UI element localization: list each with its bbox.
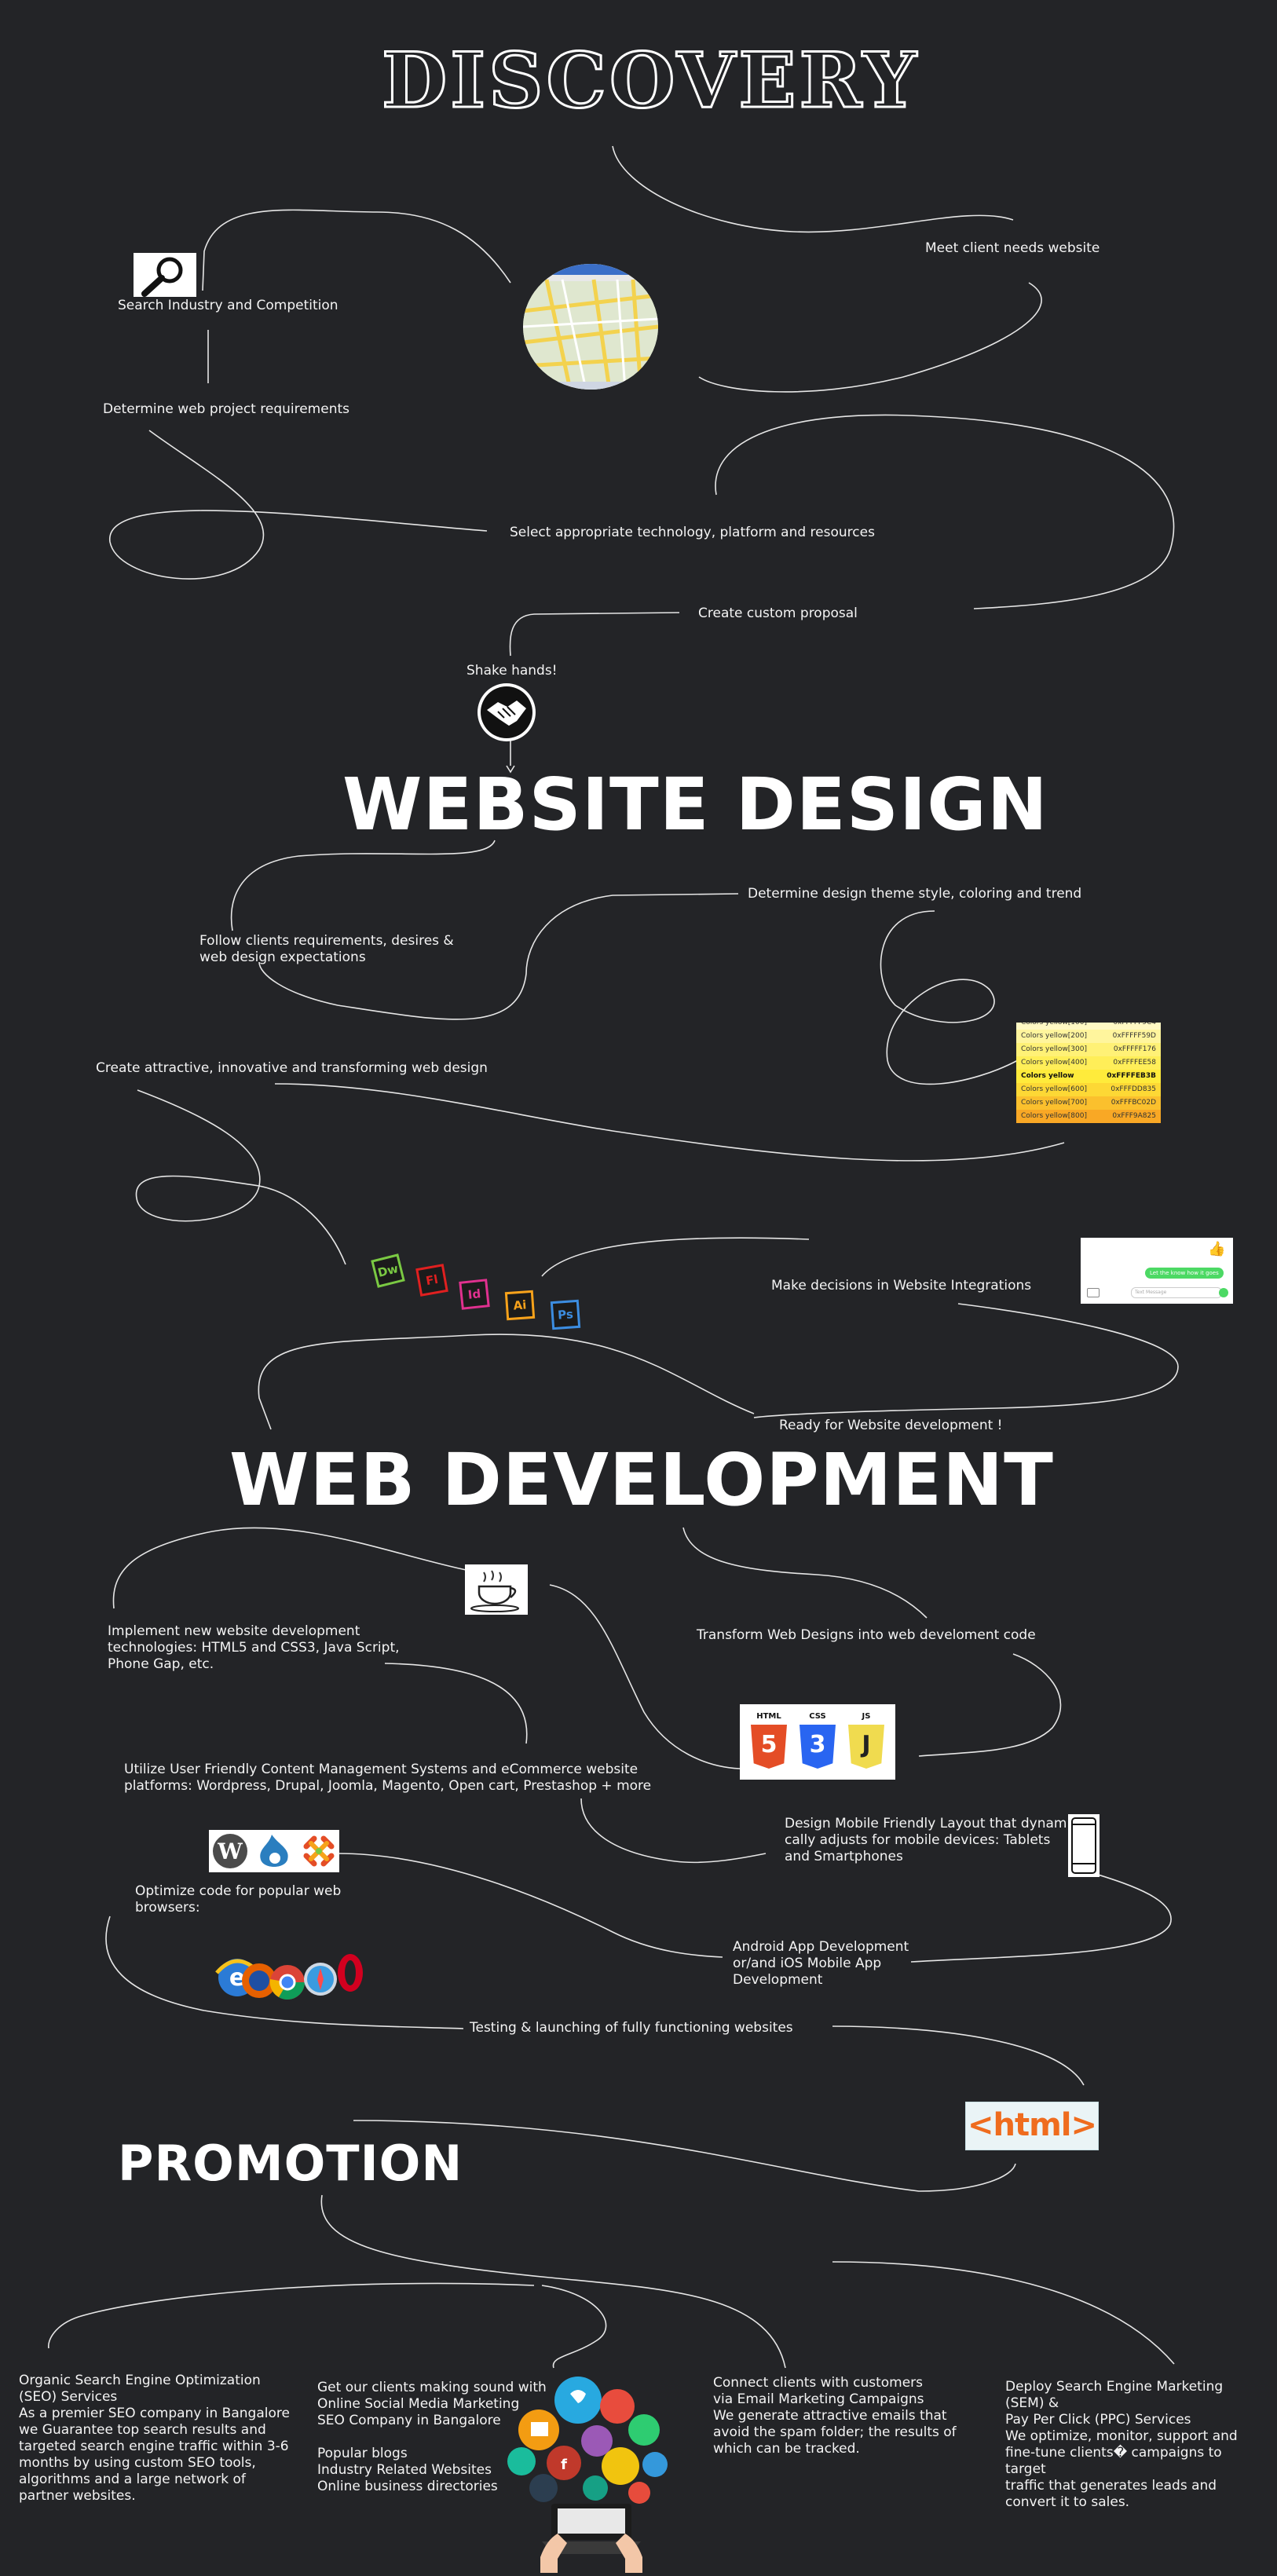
color-hex: 0xFFFFF9C4: [1113, 1023, 1156, 1026]
chat-screenshot: 👍 Let the know how it goes Text Message: [1081, 1238, 1233, 1304]
determine-requirements-label: Determine web project requirements: [103, 401, 350, 417]
color-row: Colors yellow[200] 0xFFFFF59D: [1016, 1030, 1161, 1043]
search-industry-label: Search Industry and Competition: [118, 298, 338, 313]
custom-proposal-label: Create custom proposal: [698, 606, 858, 621]
transform-designs-label: Transform Web Designs into web develomen…: [697, 1627, 1036, 1643]
color-row: Colors yellow[800] 0xFFF9A825: [1016, 1110, 1161, 1123]
send-icon: [1219, 1288, 1228, 1297]
section-title-web-development: WEB DEVELOPMENT: [229, 1438, 1054, 1522]
attractive-design-label: Create attractive, innovative and transf…: [96, 1060, 488, 1076]
color-hex: 0xFFFFF176: [1113, 1045, 1156, 1053]
testing-launching-label: Testing & launching of fully functioning…: [470, 2020, 793, 2036]
map-thumbnail: [523, 264, 658, 390]
color-hex: 0xFFFFEE58: [1113, 1059, 1156, 1067]
color-row: Colors yellow[700] 0xFFFBC02D: [1016, 1096, 1161, 1110]
adobe-ai-icon: Ai: [504, 1290, 536, 1321]
coffee-cup-icon: [465, 1564, 528, 1615]
color-hex: 0xFFFDD835: [1111, 1085, 1156, 1093]
camera-icon: [1087, 1288, 1100, 1297]
browser-logos: e: [210, 1949, 368, 2004]
badge-label: HTML: [756, 1712, 781, 1721]
mobile-layout-label: Design Mobile Friendly Layout that dynam…: [785, 1816, 1076, 1864]
optimize-browsers-label: Optimize code for popular web browsers:: [135, 1883, 342, 1916]
color-row: Colors yellow 0xFFFFEB3B: [1016, 1070, 1161, 1083]
email-marketing-text: Connect clients with customers via Email…: [713, 2375, 957, 2457]
integrations-label: Make decisions in Website Integrations: [771, 1278, 1032, 1293]
svg-text:f: f: [561, 2457, 567, 2473]
magnifier-icon: [134, 253, 196, 297]
badge-label: JS: [862, 1712, 871, 1721]
badge-shield: 5: [751, 1725, 787, 1769]
chat-input: Text Message: [1131, 1287, 1222, 1298]
android-ios-label: Android App Development or/and iOS Mobil…: [733, 1939, 909, 1988]
section-title-promotion: PROMOTION: [118, 2135, 463, 2192]
badge-shield: J: [848, 1725, 884, 1769]
badge-label: CSS: [809, 1712, 826, 1721]
adobe-ps-icon: Ps: [550, 1299, 581, 1330]
color-palette-table: Colors yellow[100] 0xFFFFF9C4 Colors yello…: [1016, 1023, 1161, 1129]
color-name: Colors yellow[200]: [1021, 1032, 1087, 1040]
handshake-icon: [478, 683, 536, 741]
css-badge: CSS 3: [799, 1712, 836, 1772]
prezi-canvas: { "sections": { "discovery": "DISCOVERY"…: [0, 0, 1277, 2573]
badge-shield: 3: [799, 1725, 836, 1769]
color-name: Colors yellow[600]: [1021, 1085, 1087, 1093]
smartphone-icon: [1068, 1814, 1100, 1877]
html-tag-text: <html>: [967, 2107, 1097, 2143]
color-name: Colors yellow[400]: [1021, 1059, 1087, 1067]
color-name: Colors yellow[700]: [1021, 1099, 1087, 1107]
section-title-website-design: WEBSITE DESIGN: [342, 763, 1048, 847]
adobe-id-icon: Id: [459, 1279, 490, 1310]
implement-technologies-label: Implement new website development techno…: [108, 1623, 400, 1672]
color-name: Colors yellow[100]: [1021, 1023, 1087, 1026]
html-css-js-badges: HTML 5 CSS 3 JS J: [740, 1704, 895, 1780]
color-name: Colors yellow: [1021, 1072, 1074, 1080]
cms-logos: W: [209, 1830, 339, 1872]
ready-development-label: Ready for Website development !: [779, 1418, 1003, 1433]
adobe-icons: Dw Fl Id Ai Ps: [371, 1253, 586, 1330]
thumbs-up-icon: 👍: [1208, 1241, 1226, 1257]
select-technology-label: Select appropriate technology, platform …: [510, 525, 875, 540]
color-name: Colors yellow[800]: [1021, 1112, 1087, 1120]
color-row: Colors yellow[400] 0xFFFFEE58: [1016, 1056, 1161, 1070]
adobe-fl-icon: Fl: [415, 1264, 448, 1297]
social-marketing-illustration: f: [503, 2370, 677, 2573]
color-name: Colors yellow[300]: [1021, 1045, 1087, 1053]
html-tag-badge: <html>: [965, 2102, 1099, 2150]
js-badge: JS J: [848, 1712, 884, 1772]
sem-ppc-text: Deploy Search Engine Marketing (SEM) & P…: [1005, 2379, 1238, 2510]
follow-requirements-label: Follow clients requirements, desires & w…: [199, 933, 454, 965]
color-row: Colors yellow[100] 0xFFFFF9C4: [1016, 1023, 1161, 1030]
meet-client-label: Meet client needs website: [925, 240, 1100, 256]
color-row: Colors yellow[300] 0xFFFFF176: [1016, 1043, 1161, 1056]
color-row: Colors yellow[600] 0xFFFDD835: [1016, 1083, 1161, 1096]
section-title-discovery: DISCOVERY: [381, 36, 920, 125]
html-badge: HTML 5: [751, 1712, 787, 1772]
color-hex: 0xFFFFF59D: [1112, 1032, 1156, 1040]
shake-hands-label: Shake hands!: [467, 663, 558, 679]
adobe-dw-icon: Dw: [371, 1253, 405, 1288]
svg-text:W: W: [217, 1839, 243, 1864]
color-hex: 0xFFFBC02D: [1111, 1099, 1156, 1107]
seo-services-text: Organic Search Engine Optimization (SEO)…: [19, 2373, 290, 2504]
cms-platforms-label: Utilize User Friendly Content Management…: [124, 1762, 652, 1794]
color-hex: 0xFFF9A825: [1112, 1112, 1156, 1120]
theme-style-label: Determine design theme style, coloring a…: [748, 886, 1082, 902]
chat-bubble: Let the know how it goes: [1145, 1268, 1224, 1279]
color-hex: 0xFFFFEB3B: [1107, 1072, 1156, 1080]
